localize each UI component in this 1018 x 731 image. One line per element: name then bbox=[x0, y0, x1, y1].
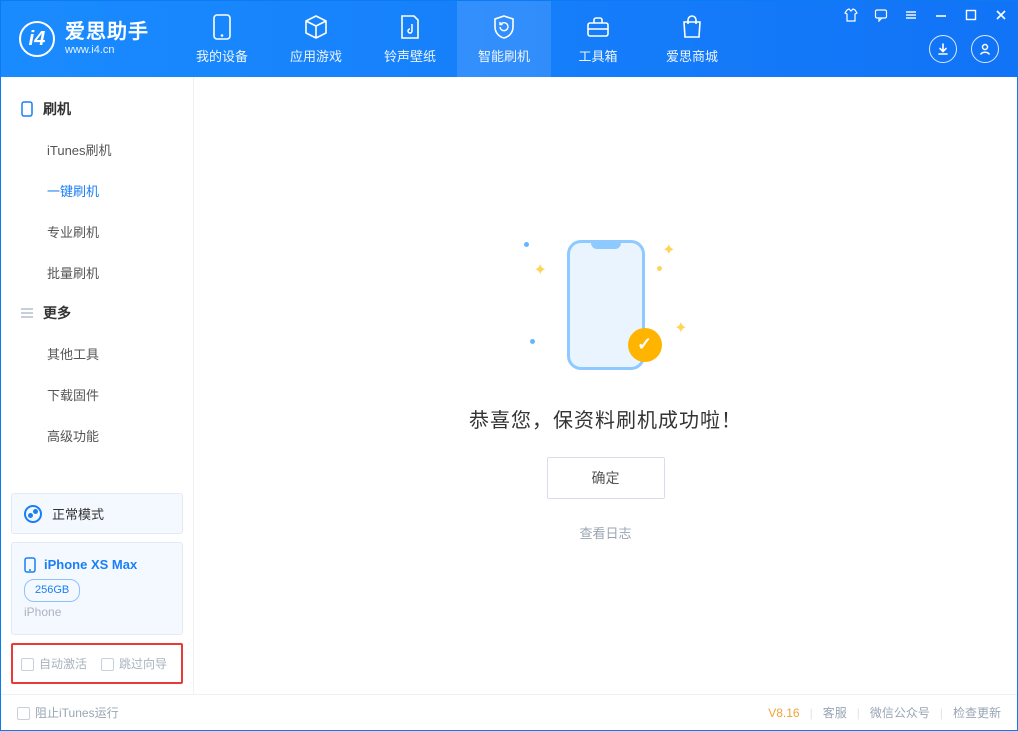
ok-button[interactable]: 确定 bbox=[547, 457, 665, 499]
close-icon[interactable] bbox=[993, 7, 1009, 23]
separator: | bbox=[857, 706, 860, 720]
decorative-dot bbox=[524, 242, 529, 247]
device-phone-icon bbox=[24, 557, 36, 573]
sidebar-item-download-firmware[interactable]: 下载固件 bbox=[1, 374, 193, 415]
nav-apps-games[interactable]: 应用游戏 bbox=[269, 1, 363, 77]
footer-link-wechat[interactable]: 微信公众号 bbox=[870, 704, 930, 721]
bag-icon bbox=[679, 14, 705, 40]
success-illustration: ✦ ✦ ✦ ✓ bbox=[506, 230, 706, 380]
shield-refresh-icon bbox=[491, 14, 517, 40]
header-right-icons bbox=[929, 35, 999, 63]
checkbox-auto-activate[interactable]: 自动激活 bbox=[21, 655, 87, 672]
titlebar: i4 爱思助手 www.i4.cn 我的设备 应用游戏 铃声壁纸 智能刷机 bbox=[1, 1, 1017, 77]
device-storage-pill: 256GB bbox=[24, 579, 80, 603]
sidebar-item-other-tools[interactable]: 其他工具 bbox=[1, 333, 193, 374]
version-label: V8.16 bbox=[768, 706, 799, 720]
brand-logo-icon: i4 bbox=[19, 21, 55, 57]
music-file-icon bbox=[397, 14, 423, 40]
sidebar-bottom: 正常模式 iPhone XS Max 256GB iPhone 自动激活 跳过向… bbox=[1, 483, 193, 694]
nav-toolbox[interactable]: 工具箱 bbox=[551, 1, 645, 77]
download-icon[interactable] bbox=[929, 35, 957, 63]
sidebar-item-pro-flash[interactable]: 专业刷机 bbox=[1, 211, 193, 252]
shirt-icon[interactable] bbox=[843, 7, 859, 23]
device-type-label: iPhone bbox=[24, 602, 170, 624]
checkbox-label: 自动激活 bbox=[39, 657, 87, 671]
mode-icon bbox=[24, 505, 42, 523]
sidebar-item-oneclick-flash[interactable]: 一键刷机 bbox=[1, 170, 193, 211]
nav-label: 铃声壁纸 bbox=[384, 46, 436, 65]
sidebar-section-flash: 刷机 bbox=[1, 89, 193, 129]
top-nav: 我的设备 应用游戏 铃声壁纸 智能刷机 工具箱 爱思商城 bbox=[175, 1, 739, 77]
feedback-icon[interactable] bbox=[873, 7, 889, 23]
nav-label: 爱思商城 bbox=[666, 46, 718, 65]
phone-icon bbox=[19, 101, 35, 117]
decorative-dot bbox=[530, 339, 535, 344]
separator: | bbox=[810, 706, 813, 720]
list-icon bbox=[19, 305, 35, 321]
nav-label: 我的设备 bbox=[196, 46, 248, 65]
options-row-highlighted: 自动激活 跳过向导 bbox=[11, 643, 183, 684]
footer-left: 阻止iTunes运行 bbox=[17, 704, 119, 721]
brand-text: 爱思助手 www.i4.cn bbox=[65, 21, 149, 57]
checkbox-icon bbox=[17, 707, 30, 720]
menu-icon[interactable] bbox=[903, 7, 919, 23]
brand-name-cn: 爱思助手 bbox=[65, 21, 149, 44]
sidebar: 刷机 iTunes刷机 一键刷机 专业刷机 批量刷机 更多 其他工具 下载固件 … bbox=[1, 77, 194, 694]
app-window: i4 爱思助手 www.i4.cn 我的设备 应用游戏 铃声壁纸 智能刷机 bbox=[0, 0, 1018, 731]
sparkle-icon: ✦ bbox=[674, 318, 687, 338]
check-badge-icon: ✓ bbox=[628, 328, 662, 362]
sidebar-item-batch-flash[interactable]: 批量刷机 bbox=[1, 252, 193, 293]
device-card[interactable]: iPhone XS Max 256GB iPhone bbox=[11, 542, 183, 635]
sparkle-icon: ✦ bbox=[534, 260, 547, 280]
footer: 阻止iTunes运行 V8.16 | 客服 | 微信公众号 | 检查更新 bbox=[1, 694, 1017, 730]
checkbox-skip-guide[interactable]: 跳过向导 bbox=[101, 655, 167, 672]
section-label: 刷机 bbox=[43, 99, 71, 119]
nav-ringtones-wallpapers[interactable]: 铃声壁纸 bbox=[363, 1, 457, 77]
view-log-link[interactable]: 查看日志 bbox=[579, 523, 631, 542]
checkbox-icon bbox=[21, 658, 34, 671]
nav-store[interactable]: 爱思商城 bbox=[645, 1, 739, 77]
brand-name-en: www.i4.cn bbox=[65, 44, 149, 57]
sidebar-item-advanced[interactable]: 高级功能 bbox=[1, 415, 193, 456]
window-controls bbox=[843, 7, 1009, 23]
nav-smart-flash[interactable]: 智能刷机 bbox=[457, 1, 551, 77]
maximize-icon[interactable] bbox=[963, 7, 979, 23]
decorative-dot bbox=[657, 266, 662, 271]
minimize-icon[interactable] bbox=[933, 7, 949, 23]
footer-link-check-update[interactable]: 检查更新 bbox=[953, 704, 1001, 721]
checkbox-label: 阻止iTunes运行 bbox=[35, 706, 119, 720]
sidebar-item-itunes-flash[interactable]: iTunes刷机 bbox=[1, 129, 193, 170]
checkbox-icon bbox=[101, 658, 114, 671]
device-name-label: iPhone XS Max bbox=[44, 553, 137, 576]
user-icon[interactable] bbox=[971, 35, 999, 63]
footer-right: V8.16 | 客服 | 微信公众号 | 检查更新 bbox=[768, 704, 1001, 721]
cube-icon bbox=[303, 14, 329, 40]
main-content: ✦ ✦ ✦ ✓ 恭喜您，保资料刷机成功啦！ 确定 查看日志 bbox=[194, 77, 1017, 694]
nav-my-device[interactable]: 我的设备 bbox=[175, 1, 269, 77]
separator: | bbox=[940, 706, 943, 720]
brand: i4 爱思助手 www.i4.cn bbox=[1, 1, 167, 77]
nav-label: 智能刷机 bbox=[478, 46, 530, 65]
device-icon bbox=[209, 14, 235, 40]
section-label: 更多 bbox=[43, 303, 71, 323]
toolbox-icon bbox=[585, 14, 611, 40]
sidebar-section-more: 更多 bbox=[1, 293, 193, 333]
nav-label: 应用游戏 bbox=[290, 46, 342, 65]
mode-label: 正常模式 bbox=[52, 504, 104, 523]
checkbox-label: 跳过向导 bbox=[119, 657, 167, 671]
mode-card[interactable]: 正常模式 bbox=[11, 493, 183, 534]
footer-link-support[interactable]: 客服 bbox=[823, 704, 847, 721]
nav-label: 工具箱 bbox=[578, 46, 617, 65]
checkbox-block-itunes[interactable]: 阻止iTunes运行 bbox=[17, 704, 119, 721]
body: 刷机 iTunes刷机 一键刷机 专业刷机 批量刷机 更多 其他工具 下载固件 … bbox=[1, 77, 1017, 694]
sparkle-icon: ✦ bbox=[662, 240, 675, 260]
success-message: 恭喜您，保资料刷机成功啦！ bbox=[469, 404, 742, 433]
